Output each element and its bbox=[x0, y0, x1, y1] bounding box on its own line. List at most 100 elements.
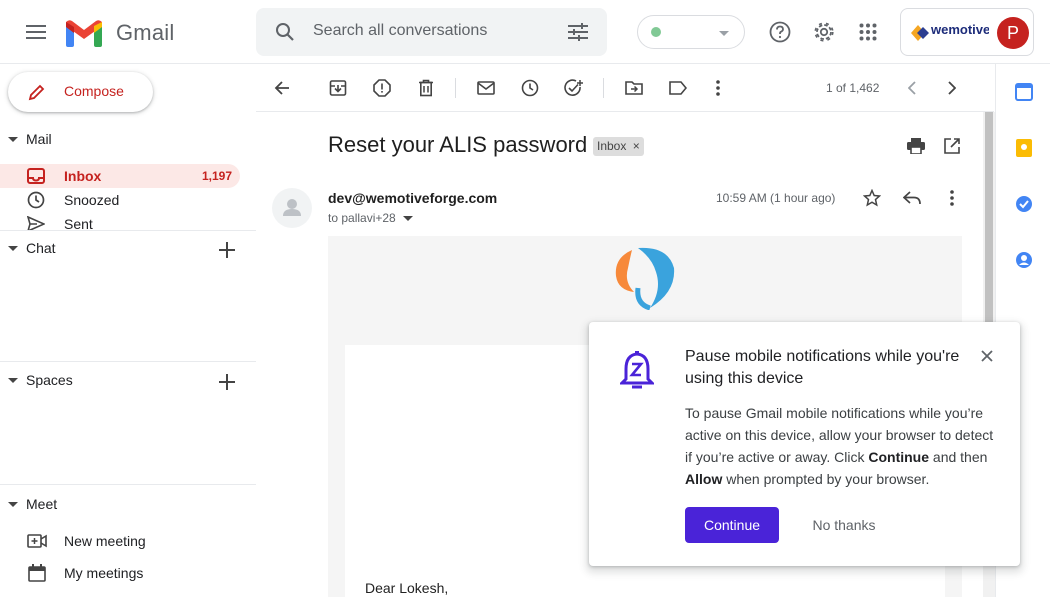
mail-heading: Mail bbox=[26, 131, 52, 147]
avatar[interactable]: P bbox=[997, 17, 1029, 49]
back-arrow-icon[interactable] bbox=[270, 76, 294, 100]
brand-wordmark: wemotive bbox=[930, 22, 989, 37]
sidebar-item-label: New meeting bbox=[64, 533, 146, 549]
compose-button[interactable]: Compose bbox=[8, 72, 153, 112]
next-chevron-icon[interactable] bbox=[940, 76, 964, 100]
section-divider bbox=[0, 484, 256, 485]
open-new-window-icon[interactable] bbox=[940, 134, 964, 158]
account-switcher[interactable]: wemotive P bbox=[900, 8, 1034, 56]
label-tag-icon[interactable] bbox=[666, 76, 690, 100]
new-chat-plus-icon[interactable] bbox=[217, 240, 237, 260]
caret-down-icon bbox=[8, 502, 18, 507]
dialog-body-text: when prompted by your browser. bbox=[722, 471, 930, 487]
pencil-icon bbox=[26, 81, 48, 103]
send-icon bbox=[26, 215, 46, 230]
dialog-body: To pause Gmail mobile notifications whil… bbox=[685, 402, 995, 490]
star-icon[interactable] bbox=[860, 186, 884, 210]
toolbar-divider bbox=[455, 78, 456, 98]
section-divider bbox=[0, 361, 256, 362]
dialog-body-bold-continue: Continue bbox=[868, 449, 930, 465]
caret-down-icon bbox=[8, 137, 18, 142]
reply-arrow-icon[interactable] bbox=[900, 186, 924, 210]
continue-button[interactable]: Continue bbox=[685, 507, 779, 543]
label-chip-text: Inbox bbox=[597, 139, 627, 153]
calendar-icon bbox=[26, 563, 48, 583]
section-divider bbox=[0, 230, 256, 231]
inbox-unread-count: 1,197 bbox=[201, 169, 232, 183]
message-more-vertical-icon[interactable] bbox=[940, 186, 964, 210]
spaces-heading: Spaces bbox=[26, 372, 73, 388]
video-camera-icon bbox=[26, 531, 48, 551]
dialog-title: Pause mobile notifications while you're … bbox=[685, 348, 960, 387]
settings-gear-icon[interactable] bbox=[812, 20, 836, 44]
gmail-logo-icon[interactable] bbox=[64, 18, 104, 48]
tasks-app-icon[interactable] bbox=[1014, 194, 1034, 214]
scrollbar-thumb[interactable] bbox=[985, 112, 993, 322]
delete-trash-icon[interactable] bbox=[414, 76, 438, 100]
no-thanks-button[interactable]: No thanks bbox=[799, 507, 889, 543]
previous-chevron-icon[interactable] bbox=[900, 76, 924, 100]
sidebar-item-my-meetings[interactable]: My meetings bbox=[0, 561, 240, 585]
meet-section-toggle[interactable]: Meet bbox=[0, 493, 256, 517]
apps-grid-icon[interactable] bbox=[856, 20, 880, 44]
sidebar-item-label: Inbox bbox=[64, 168, 102, 184]
compose-label: Compose bbox=[64, 83, 124, 99]
sidebar-item-snoozed[interactable]: Snoozed bbox=[0, 188, 240, 212]
close-icon[interactable] bbox=[975, 344, 999, 368]
sidebar-item-sent[interactable]: Sent bbox=[0, 212, 240, 230]
keep-app-icon[interactable] bbox=[1014, 138, 1034, 158]
clock-icon bbox=[26, 191, 46, 209]
caret-down-icon bbox=[8, 378, 18, 383]
status-selector[interactable] bbox=[637, 15, 745, 49]
inbox-icon bbox=[26, 167, 46, 185]
notification-dialog: Pause mobile notifications while you're … bbox=[589, 322, 1020, 566]
search-input[interactable] bbox=[313, 22, 553, 40]
email-subject: Reset your ALIS password bbox=[328, 132, 588, 157]
gmail-wordmark[interactable]: Gmail bbox=[116, 20, 174, 46]
mail-section-toggle[interactable]: Mail bbox=[0, 128, 256, 152]
snooze-clock-icon[interactable] bbox=[518, 76, 542, 100]
contacts-app-icon[interactable] bbox=[1014, 250, 1034, 270]
search-bar[interactable] bbox=[256, 8, 607, 56]
report-spam-icon[interactable] bbox=[370, 76, 394, 100]
sender-avatar[interactable] bbox=[272, 188, 312, 228]
help-icon[interactable] bbox=[768, 20, 792, 44]
more-vertical-icon[interactable] bbox=[706, 76, 730, 100]
main-menu-icon[interactable] bbox=[24, 20, 48, 44]
move-to-folder-icon[interactable] bbox=[622, 76, 646, 100]
email-greeting: Dear Lokesh, bbox=[365, 580, 449, 596]
label-chip[interactable]: Inbox × bbox=[593, 137, 644, 156]
toolbar-divider bbox=[603, 78, 604, 98]
toolbar-divider-line bbox=[256, 111, 994, 112]
chat-heading: Chat bbox=[26, 240, 56, 256]
mark-unread-mail-icon[interactable] bbox=[474, 76, 498, 100]
sidebar-item-label: Snoozed bbox=[64, 192, 120, 208]
sidebar-item-label: Sent bbox=[64, 216, 93, 230]
caret-down-icon bbox=[8, 246, 18, 251]
email-timestamp: 10:59 AM (1 hour ago) bbox=[716, 191, 836, 205]
dialog-body-bold-allow: Allow bbox=[685, 471, 723, 487]
snooze-bell-icon bbox=[619, 350, 655, 392]
status-active-dot bbox=[651, 27, 661, 37]
recipient-line[interactable]: to pallavi+28 bbox=[328, 211, 414, 225]
print-icon[interactable] bbox=[904, 134, 928, 158]
archive-icon[interactable] bbox=[326, 76, 350, 100]
add-to-tasks-icon[interactable] bbox=[562, 76, 586, 100]
top-bar: Gmail wemotive P bbox=[0, 0, 1050, 64]
recipient-text: to pallavi+28 bbox=[328, 211, 396, 225]
sender-brand-logo bbox=[610, 244, 678, 310]
sidebar-item-new-meeting[interactable]: New meeting bbox=[0, 529, 240, 553]
pagination-count: 1 of 1,462 bbox=[826, 81, 880, 95]
meet-heading: Meet bbox=[26, 496, 58, 512]
dialog-body-text: and then bbox=[929, 449, 988, 465]
show-details-caret-icon[interactable] bbox=[403, 216, 414, 222]
calendar-app-icon[interactable] bbox=[1014, 82, 1034, 102]
remove-label-icon[interactable]: × bbox=[633, 139, 640, 153]
sidebar-item-inbox[interactable]: Inbox 1,197 bbox=[0, 164, 240, 188]
new-space-plus-icon[interactable] bbox=[217, 372, 237, 392]
organization-logo: wemotive bbox=[909, 19, 989, 47]
sidebar-item-label: My meetings bbox=[64, 565, 144, 581]
chevron-down-icon bbox=[718, 28, 730, 38]
search-options-icon[interactable] bbox=[566, 20, 590, 44]
search-icon[interactable] bbox=[273, 20, 297, 44]
